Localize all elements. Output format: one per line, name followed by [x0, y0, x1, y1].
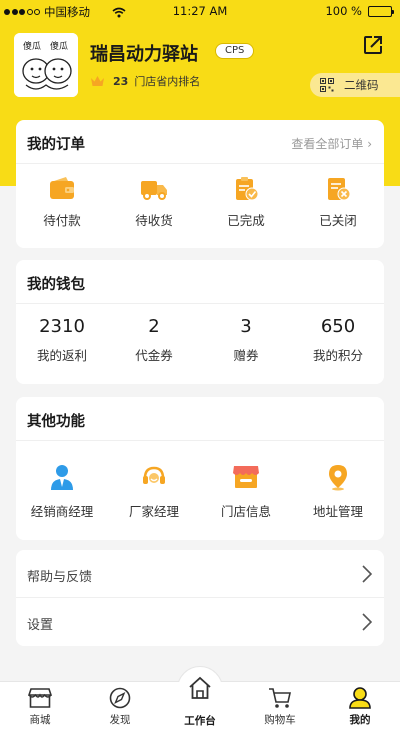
- shop-icon: [28, 688, 52, 708]
- closed-document-icon: [328, 178, 351, 201]
- tab-label: 商城: [29, 714, 51, 726]
- wallet-title: 我的钱包: [27, 277, 85, 293]
- order-pending-payment[interactable]: 待付款: [16, 176, 108, 229]
- wallet-label: 赠券: [233, 348, 259, 363]
- order-closed[interactable]: 已关闭: [292, 176, 384, 229]
- rank-text: 门店省内排名: [134, 75, 201, 88]
- function-label: 经销商经理: [30, 504, 94, 519]
- qr-code-label: 二维码: [344, 78, 379, 92]
- function-store-info[interactable]: 门店信息: [200, 463, 292, 520]
- wallet-value: 2310: [39, 316, 85, 337]
- dealer-manager-icon: [51, 465, 73, 490]
- user-icon: [349, 687, 371, 709]
- store-icon: [233, 466, 259, 488]
- avatar-cartoon-icon: 傻瓜 傻瓜: [14, 33, 78, 97]
- function-label: 门店信息: [220, 504, 271, 519]
- view-all-orders-link[interactable]: 查看全部订单 ›: [291, 135, 372, 152]
- avatar[interactable]: 傻瓜 傻瓜: [14, 33, 78, 97]
- list-item-label: 帮助与反馈: [27, 570, 93, 585]
- function-factory-manager[interactable]: 厂家经理: [108, 463, 200, 520]
- tab-label: 购物车: [264, 714, 296, 726]
- cps-badge: CPS: [215, 43, 255, 59]
- completed-clipboard-icon: [236, 177, 259, 201]
- wallet-rebate[interactable]: 2310 我的返利: [16, 316, 108, 364]
- order-pending-receipt[interactable]: 待收货: [108, 176, 200, 229]
- battery-percent: 100 %: [325, 4, 362, 18]
- home-icon: [189, 676, 211, 699]
- list-item-label: 设置: [27, 618, 54, 633]
- tab-mine[interactable]: 我的: [330, 687, 390, 727]
- wallet-value: 650: [320, 316, 356, 337]
- function-dealer-manager[interactable]: 经销商经理: [16, 463, 108, 520]
- order-label: 已完成: [227, 213, 265, 228]
- chevron-right-icon: [362, 613, 372, 631]
- headset-icon: [143, 466, 165, 484]
- function-label: 厂家经理: [128, 504, 179, 519]
- wallet-label: 代金券: [135, 348, 173, 363]
- functions-title: 其他功能: [27, 414, 85, 430]
- order-completed[interactable]: 已完成: [200, 176, 292, 229]
- qr-code-icon: [320, 78, 334, 92]
- truck-icon: [141, 181, 167, 200]
- tab-shop[interactable]: 商城: [10, 687, 70, 727]
- status-bar: 中国移动 11:27 AM 100 %: [0, 0, 400, 22]
- wallet-gift-coupon[interactable]: 3 赠券: [200, 316, 292, 364]
- orders-card: 我的订单 查看全部订单 › 待付款 待收货 已完成 已关闭: [16, 120, 384, 248]
- compass-icon: [109, 687, 131, 709]
- settings-list: 帮助与反馈 设置: [16, 550, 384, 646]
- function-label: 地址管理: [312, 504, 363, 519]
- function-address-management[interactable]: 地址管理: [292, 463, 384, 520]
- tab-workbench[interactable]: 工作台: [170, 675, 230, 728]
- tab-label: 发现: [109, 714, 131, 726]
- settings-row[interactable]: 设置: [16, 598, 384, 646]
- order-label: 待付款: [43, 213, 81, 228]
- chevron-right-icon: [362, 565, 372, 583]
- store-rank: 23 门店省内排名: [90, 73, 200, 89]
- order-label: 待收货: [135, 213, 173, 228]
- help-feedback-row[interactable]: 帮助与反馈: [16, 550, 384, 598]
- crown-icon: [91, 76, 104, 86]
- share-icon[interactable]: [362, 34, 384, 56]
- wallet-value: 2: [148, 316, 160, 337]
- svg-text:傻瓜: 傻瓜: [23, 41, 41, 52]
- wallet-label: 我的积分: [312, 348, 363, 363]
- orders-title: 我的订单: [27, 137, 85, 153]
- tab-discover[interactable]: 发现: [90, 687, 150, 727]
- wallet-value: 3: [240, 316, 252, 337]
- wallet-icon: [50, 177, 74, 199]
- tab-label: 我的: [349, 714, 371, 726]
- store-name: 瑞昌动力驿站: [90, 44, 198, 65]
- svg-text:傻瓜: 傻瓜: [50, 41, 68, 52]
- order-label: 已关闭: [319, 213, 357, 228]
- tab-cart[interactable]: 购物车: [250, 687, 310, 727]
- location-pin-icon: [329, 465, 347, 491]
- cart-icon: [269, 688, 291, 708]
- functions-card: 其他功能 经销商经理 厂家经理 门店信息 地址管理: [16, 397, 384, 540]
- tab-label: 工作台: [184, 715, 216, 727]
- qr-code-button[interactable]: 二维码: [310, 73, 400, 97]
- wallet-points[interactable]: 650 我的积分: [292, 316, 384, 364]
- wallet-voucher[interactable]: 2 代金券: [108, 316, 200, 364]
- wallet-label: 我的返利: [36, 348, 87, 363]
- battery-icon: [368, 5, 394, 17]
- rank-number: 23: [113, 74, 129, 88]
- wallet-card: 我的钱包 2310 我的返利 2 代金券 3 赠券 650 我的积分: [16, 260, 384, 384]
